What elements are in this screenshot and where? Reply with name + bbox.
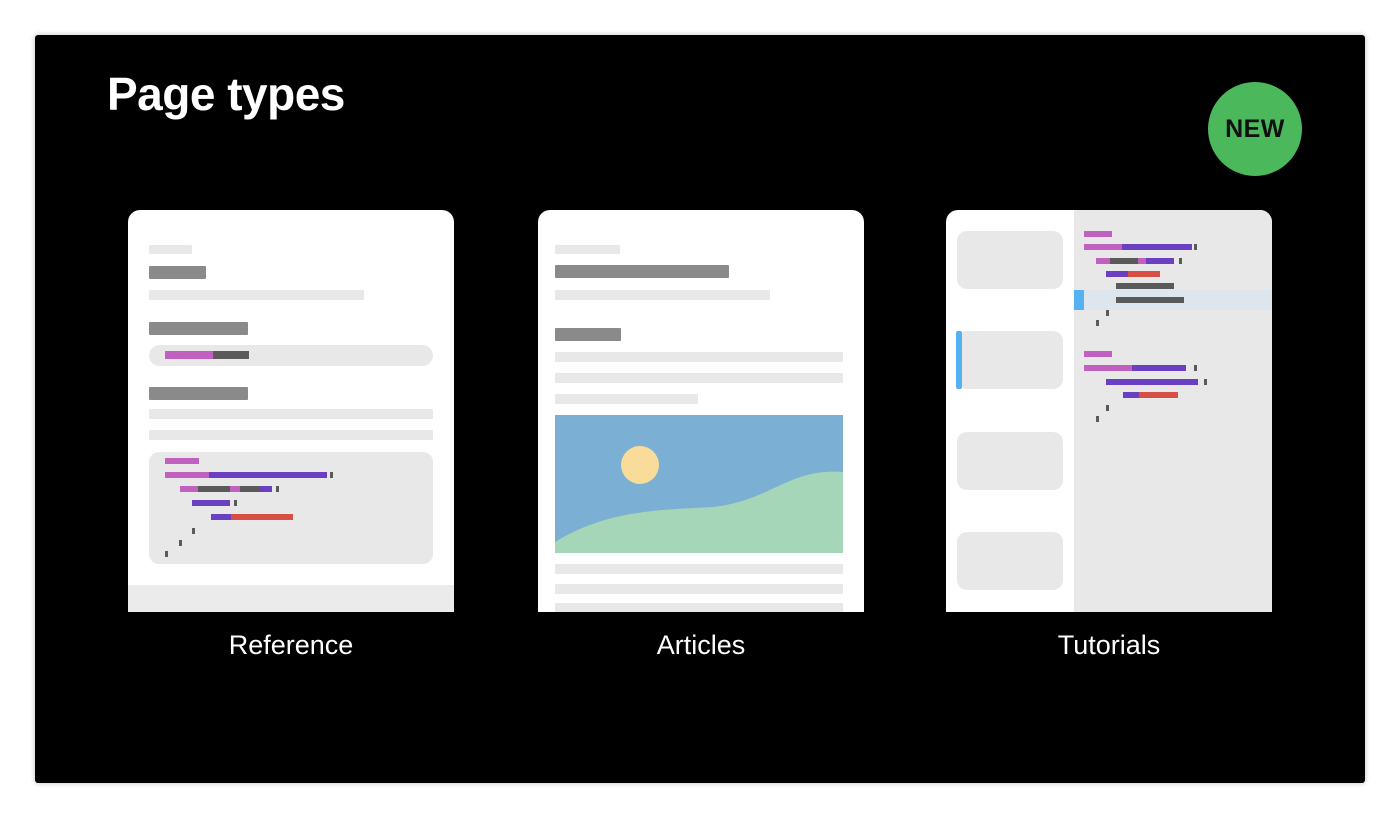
article-section-heading — [555, 328, 621, 341]
ref-footer — [128, 585, 454, 612]
new-badge: NEW — [1208, 82, 1302, 176]
reference-page-icon — [128, 245, 454, 612]
reference-card — [128, 210, 454, 612]
article-title — [555, 265, 729, 278]
article-landscape-image — [555, 415, 843, 553]
article-abstract — [555, 290, 770, 300]
tutorials-card — [946, 210, 1272, 612]
tutorials-label: Tutorials — [1057, 630, 1161, 660]
articles-label: Articles — [656, 630, 746, 660]
tutorial-step-1 — [957, 231, 1063, 289]
tutorial-step-2 — [957, 331, 1063, 389]
ref-section-heading-2 — [149, 387, 248, 400]
reference-label: Reference — [228, 630, 354, 660]
articles-card — [538, 210, 864, 612]
ref-section-heading — [149, 322, 248, 335]
article-page-icon — [555, 245, 843, 612]
tutorial-step-4 — [957, 532, 1063, 590]
ref-title — [149, 266, 206, 279]
slide-title: Page types — [107, 68, 345, 120]
tutorial-page-icon — [956, 210, 1272, 612]
ref-eyebrow — [149, 245, 192, 254]
tutorial-step-active-marker — [956, 331, 962, 389]
slide: Page types NEW Reference Articles Tutori… — [35, 35, 1365, 783]
tutorial-step-3 — [957, 432, 1063, 490]
ref-code-block — [149, 452, 433, 564]
tutorial-code-pane — [1074, 210, 1272, 612]
article-eyebrow — [555, 245, 620, 254]
ref-abstract — [149, 290, 364, 300]
